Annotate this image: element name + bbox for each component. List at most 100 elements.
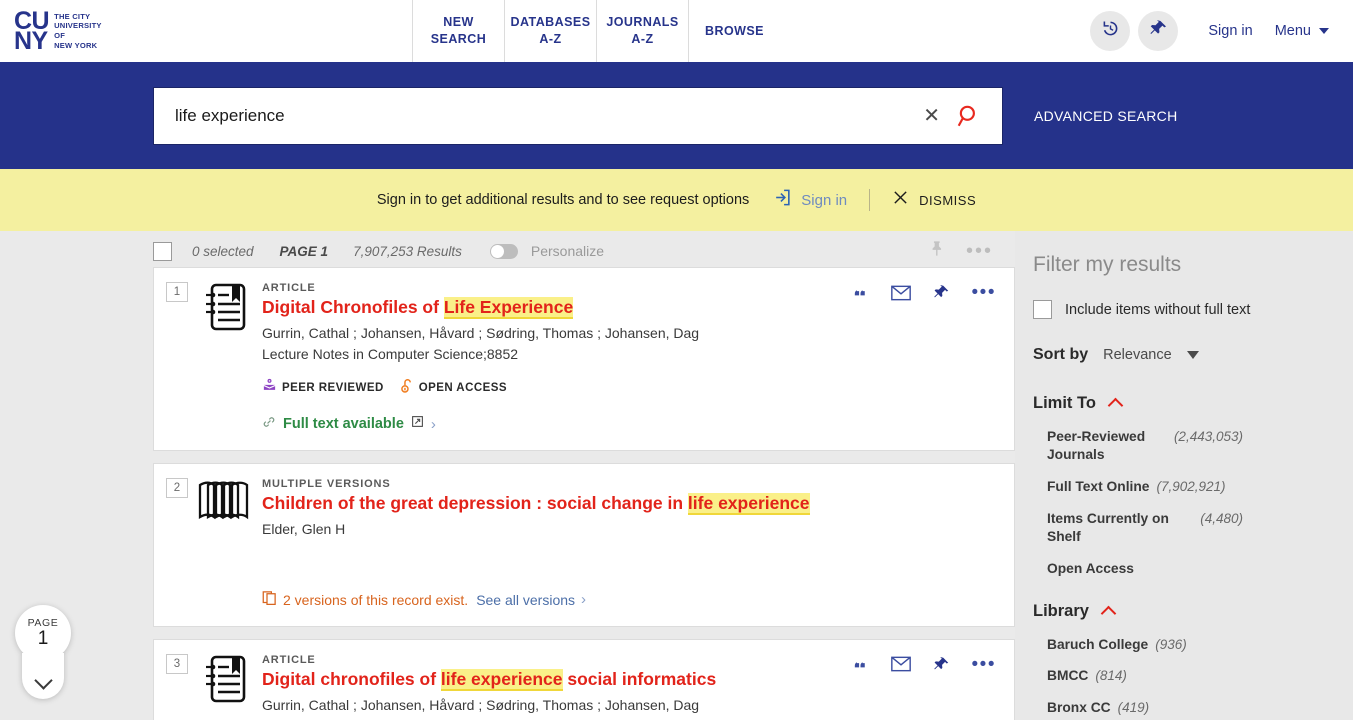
signin-banner: Sign in to get additional results and to…: [0, 169, 1353, 231]
include-no-fulltext-label: Include items without full text: [1065, 301, 1251, 318]
facet-group-limit-to: Limit To Peer-Reviewed Journals (2,443,0…: [1025, 394, 1353, 578]
facet-item-open-access[interactable]: Open Access: [1025, 560, 1353, 578]
page-navigator-widget: PAGE 1: [15, 605, 71, 699]
banner-signin-button[interactable]: Sign in: [773, 188, 847, 212]
header-right-actions: Sign in Menu: [1090, 0, 1353, 62]
sort-by-value[interactable]: Relevance: [1103, 347, 1172, 363]
result-badges: PEER REVIEWED OPEN ACCESS: [262, 378, 854, 399]
facet-group-name: Limit To: [1033, 394, 1096, 412]
citation-icon[interactable]: [852, 656, 869, 673]
clear-search-icon[interactable]: ✕: [913, 106, 950, 126]
sort-by-label: Sort by: [1033, 346, 1089, 363]
result-authors: Gurrin, Cathal ; Johansen, Håvard ; Sødr…: [262, 696, 700, 713]
see-all-versions-link[interactable]: See all versions: [476, 592, 575, 608]
facet-item-items-currently-on-shelf[interactable]: Items Currently on Shelf (4,480): [1025, 510, 1353, 546]
more-icon[interactable]: •••: [972, 654, 996, 674]
more-icon[interactable]: •••: [972, 282, 996, 302]
badge-peer-reviewed: PEER REVIEWED: [262, 378, 384, 398]
facet-item-baruch-college[interactable]: Baruch College (936): [1025, 636, 1353, 654]
article-document-icon: [202, 655, 248, 720]
email-icon[interactable]: [890, 285, 911, 301]
result-card[interactable]: 1 ARTICLE Digital Chronofiles of Life Ex…: [153, 267, 1015, 451]
search-input[interactable]: [175, 105, 914, 126]
advanced-search-link[interactable]: ADVANCED SEARCH: [1034, 108, 1178, 124]
result-body: MULTIPLE VERSIONS Children of the great …: [262, 478, 1014, 610]
nav-item-databases-az[interactable]: DATABASES A-Z: [504, 0, 596, 62]
result-thumbnail: [188, 478, 262, 610]
versions-count-text: 2 versions of this record exist.: [283, 591, 469, 608]
result-title-pre: Digital chronofiles of: [262, 668, 441, 689]
result-title[interactable]: Digital chronofiles of life experience s…: [262, 668, 854, 691]
facet-item-peer-reviewed-journals[interactable]: Peer-Reviewed Journals (2,443,053): [1025, 428, 1353, 464]
chevron-right-icon: ›: [430, 415, 436, 433]
result-title-pre: Children of the great depression : socia…: [262, 492, 688, 513]
facet-group-header[interactable]: Limit To: [1025, 394, 1353, 414]
stacked-books-icon: [196, 479, 254, 610]
facet-item-bronx-cc[interactable]: Bronx CC (419): [1025, 699, 1353, 717]
signin-banner-message: Sign in to get additional results and to…: [376, 192, 750, 208]
facet-label: Items Currently on Shelf: [1047, 510, 1169, 544]
result-card[interactable]: 3 ARTICLE Digital chronofiles of life ex…: [153, 638, 1015, 720]
result-body: ARTICLE Digital Chronofiles of Life Expe…: [262, 282, 1014, 434]
email-icon[interactable]: [890, 656, 911, 672]
chevron-up-icon[interactable]: [1100, 605, 1117, 621]
result-title-highlight: life experience: [440, 668, 563, 689]
result-thumbnail: [188, 282, 262, 434]
toolbar-pin-icon[interactable]: [929, 240, 946, 262]
banner-dismiss-button[interactable]: DISMISS: [892, 189, 976, 211]
selected-count: 0 selected: [192, 243, 254, 259]
signin-arrow-icon: [773, 188, 792, 212]
badge-open-access: OPEN ACCESS: [400, 378, 507, 399]
fulltext-available-link[interactable]: Full text available: [283, 416, 404, 432]
result-title-highlight: Life Experience: [443, 297, 574, 317]
pin-icon[interactable]: [933, 284, 950, 301]
search-submit-button[interactable]: [950, 103, 988, 129]
facet-count: (814): [1095, 668, 1127, 684]
chevron-down-icon[interactable]: [1186, 351, 1199, 359]
facet-label: Bronx CC: [1047, 700, 1111, 716]
result-card[interactable]: 2 MULTIPLE VERSIONS Children of the grea…: [153, 462, 1015, 627]
chevron-down-icon: [1319, 28, 1329, 34]
header-signin-link[interactable]: Sign in: [1208, 23, 1252, 39]
chevron-up-icon[interactable]: [1107, 397, 1124, 414]
result-title-pre: Digital Chronofiles of: [262, 297, 444, 317]
select-all-checkbox[interactable]: [153, 241, 172, 261]
nav-item-journals-az[interactable]: JOURNALS A-Z: [596, 0, 688, 62]
facet-label: Baruch College: [1047, 636, 1149, 652]
toolbar-more-icon[interactable]: •••: [966, 241, 993, 261]
history-icon: [1100, 18, 1121, 44]
search-box[interactable]: ✕: [153, 86, 1003, 145]
body-area: PAGE 1 0 selected PAGE 1 7,907,253 Resul…: [0, 231, 1353, 720]
search-history-button[interactable]: [1090, 11, 1131, 51]
facet-group-header[interactable]: Library: [1025, 602, 1353, 621]
citation-icon[interactable]: [852, 284, 869, 301]
facet-count: (7,902,921): [1156, 478, 1226, 494]
current-page-badge: PAGE 1: [15, 605, 71, 661]
facet-item-bmcc[interactable]: BMCC (814): [1025, 667, 1353, 685]
personalize-toggle[interactable]: [489, 243, 518, 259]
cuny-logo-words: THE CITY UNIVERSITY OF NEW YORK: [54, 12, 102, 51]
facet-group-name: Library: [1033, 601, 1089, 620]
facet-item-full-text-online[interactable]: Full Text Online (7,902,921): [1025, 478, 1353, 496]
include-no-fulltext-checkbox[interactable]: [1033, 300, 1052, 319]
fulltext-row[interactable]: Full text available ›: [262, 415, 854, 434]
include-no-fulltext-row[interactable]: Include items without full text: [1025, 300, 1353, 319]
pinned-items-button[interactable]: [1138, 11, 1179, 51]
nav-item-browse[interactable]: BROWSE: [688, 0, 780, 62]
facet-count: (4,480): [1200, 510, 1243, 526]
cuny-logo[interactable]: CU NY THE CITY UNIVERSITY OF NEW YORK: [14, 8, 102, 53]
result-actions: •••: [852, 282, 996, 302]
result-type: ARTICLE: [262, 653, 316, 666]
result-title[interactable]: Children of the great depression : socia…: [262, 492, 854, 515]
search-band: ✕ ADVANCED SEARCH: [0, 62, 1353, 169]
sort-by-row[interactable]: Sort by Relevance: [1025, 346, 1353, 364]
nav-item-new-search[interactable]: NEW SEARCH: [412, 0, 504, 62]
facet-label: Peer-Reviewed Journals: [1047, 429, 1146, 462]
result-thumbnail: [188, 654, 262, 720]
pin-icon[interactable]: [933, 656, 950, 673]
link-chain-icon: [262, 415, 276, 434]
result-title[interactable]: Digital Chronofiles of Life Experience: [262, 297, 854, 319]
copies-icon: [262, 590, 277, 610]
header-menu-button[interactable]: Menu: [1275, 23, 1329, 39]
chevron-right-icon: ›: [581, 591, 587, 609]
